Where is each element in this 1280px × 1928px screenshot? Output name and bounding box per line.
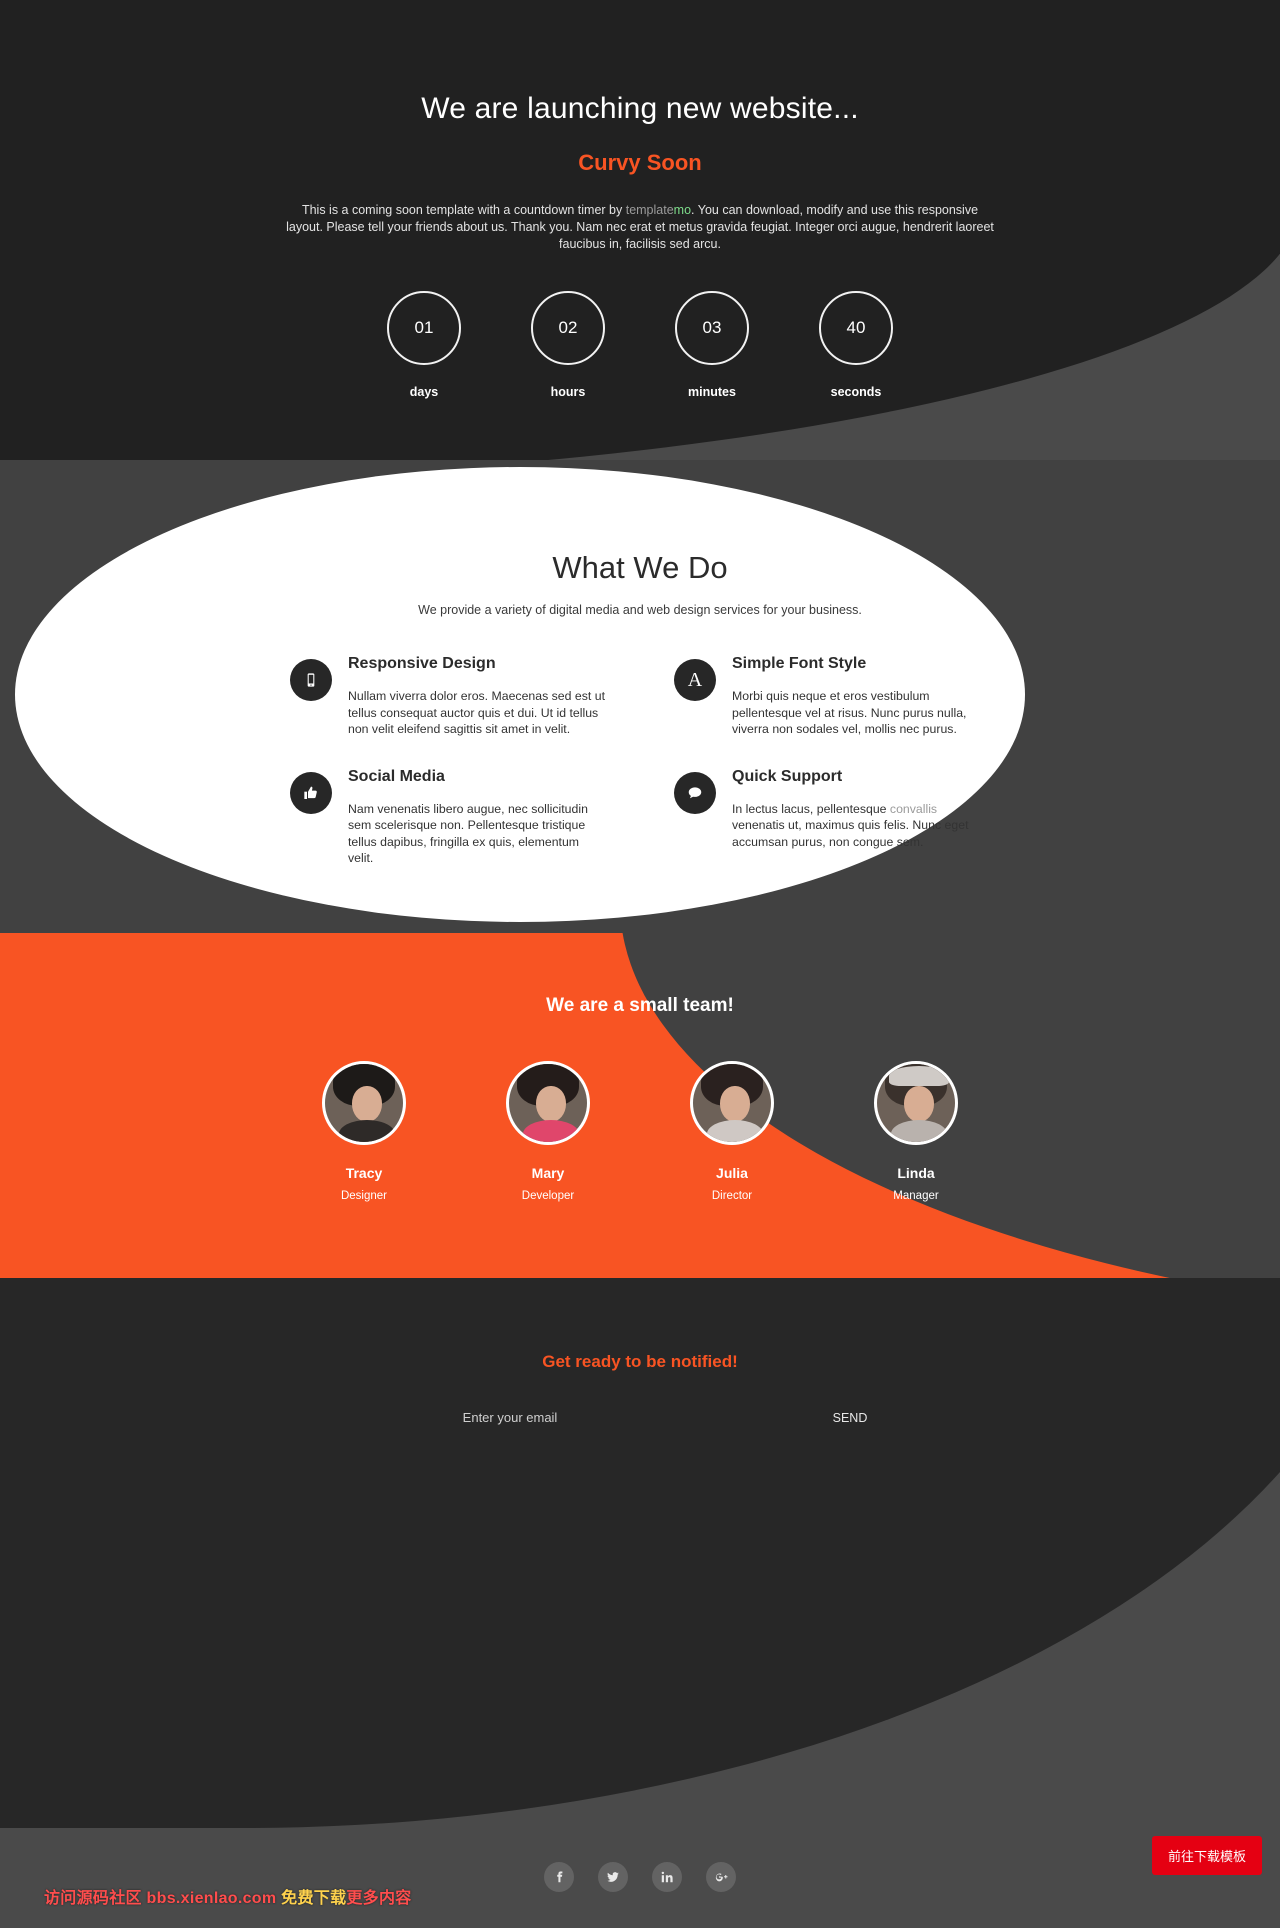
notify-form: SEND: [0, 1400, 1280, 1435]
countdown-days-label: days: [409, 385, 439, 399]
download-template-button[interactable]: 前往下载模板: [1151, 1836, 1262, 1875]
member-role: Developer: [521, 1190, 575, 1202]
feature-title: Simple Font Style: [732, 655, 867, 672]
services-subtitle: We provide a variety of digital media an…: [418, 603, 862, 617]
avatar: [506, 1061, 590, 1145]
footer-section: Get ready to be notified! SEND: [0, 1278, 1280, 1928]
feature-title: Social Media: [348, 767, 445, 785]
notify-title: Get ready to be notified!: [542, 1352, 738, 1371]
watermark-part2: 免费下载: [281, 1890, 347, 1907]
team-section: We are a small team! Tracy Designer Mary…: [0, 933, 1280, 1278]
watermark-part1: 访问源码社区 bbs.xienlao.com: [44, 1890, 282, 1907]
member-role: Designer: [340, 1190, 388, 1202]
avatar: [690, 1061, 774, 1145]
countdown-seconds: 40 seconds: [806, 291, 906, 399]
countdown-timer: 01 days 02 hours 03 minutes 40 seconds: [0, 291, 1280, 399]
team-member-linda: Linda Manager: [866, 1061, 966, 1202]
feature-title: Quick Support: [732, 767, 843, 785]
feature-text-pre: In lectus lacus, pellentesque: [732, 801, 890, 816]
countdown-minutes-label: minutes: [688, 385, 736, 399]
countdown-hours: 02 hours: [518, 291, 618, 399]
linkedin-icon[interactable]: [652, 1862, 682, 1892]
feature-title: Responsive Design: [348, 655, 496, 672]
hero-section: We are launching new website... Curvy So…: [0, 0, 1280, 460]
feature-social-media: Social Media Nam venenatis libero augue,…: [290, 768, 606, 867]
member-name: Tracy: [345, 1165, 383, 1181]
templatemo-link-b[interactable]: mo: [674, 203, 691, 217]
countdown-days: 01 days: [374, 291, 474, 399]
countdown-minutes-value: 03: [675, 291, 749, 365]
feature-text-post: venenatis ut, maximus quis felis. Nunc e…: [732, 818, 969, 849]
hero-subtitle: Curvy Soon: [578, 150, 702, 175]
feature-quick-support: Quick Support In lectus lacus, pellentes…: [674, 768, 990, 867]
member-role: Director: [711, 1190, 753, 1202]
send-button[interactable]: SEND: [720, 1401, 980, 1435]
font-a-icon: A: [674, 659, 716, 701]
feature-text: Morbi quis neque et eros vestibulum pell…: [732, 689, 967, 736]
feature-text: Nam venenatis libero augue, nec sollicit…: [348, 801, 588, 866]
google-plus-icon[interactable]: [706, 1862, 736, 1892]
countdown-hours-value: 02: [531, 291, 605, 365]
countdown-days-value: 01: [387, 291, 461, 365]
services-section: What We Do We provide a variety of digit…: [0, 460, 1280, 933]
feature-text: In lectus lacus, pellentesque convallis …: [732, 801, 990, 851]
member-name: Mary: [531, 1165, 565, 1181]
member-role: Manager: [893, 1190, 939, 1202]
hero-description: This is a coming soon template with a co…: [282, 202, 998, 253]
watermark-part3: 更多内容: [346, 1890, 412, 1907]
email-input[interactable]: [300, 1400, 720, 1435]
countdown-seconds-label: seconds: [830, 385, 882, 399]
services-title: What We Do: [552, 550, 728, 585]
team-title: We are a small team!: [546, 995, 734, 1016]
member-name: Linda: [897, 1165, 935, 1181]
thumbs-up-icon: [290, 771, 332, 814]
mobile-icon: [290, 659, 332, 701]
team-member-tracy: Tracy Designer: [314, 1061, 414, 1202]
convallis-link[interactable]: convallis: [890, 802, 937, 816]
team-member-julia: Julia Director: [682, 1061, 782, 1202]
countdown-seconds-value: 40: [819, 291, 893, 365]
speech-bubble-icon: [674, 771, 716, 814]
feature-grid: Responsive Design Nullam viverra dolor e…: [290, 655, 990, 867]
hero-desc-part1: This is a coming soon template with a co…: [301, 203, 626, 217]
watermark-text: 访问源码社区 bbs.xienlao.com 免费下载更多内容: [44, 1884, 412, 1908]
page-title: We are launching new website...: [421, 92, 859, 125]
avatar: [322, 1061, 406, 1145]
templatemo-link-a[interactable]: template: [626, 203, 674, 217]
feature-responsive-design: Responsive Design Nullam viverra dolor e…: [290, 655, 606, 738]
feature-simple-font-style: A Simple Font Style Morbi quis neque et …: [674, 655, 990, 738]
team-member-mary: Mary Developer: [498, 1061, 598, 1202]
countdown-minutes: 03 minutes: [662, 291, 762, 399]
facebook-icon[interactable]: [544, 1862, 574, 1892]
avatar: [874, 1061, 958, 1145]
twitter-icon[interactable]: [598, 1862, 628, 1892]
team-grid: Tracy Designer Mary Developer Julia Dire…: [0, 1061, 1280, 1202]
countdown-hours-label: hours: [550, 385, 586, 399]
feature-text: Nullam viverra dolor eros. Maecenas sed …: [348, 689, 605, 736]
member-name: Julia: [716, 1165, 748, 1181]
